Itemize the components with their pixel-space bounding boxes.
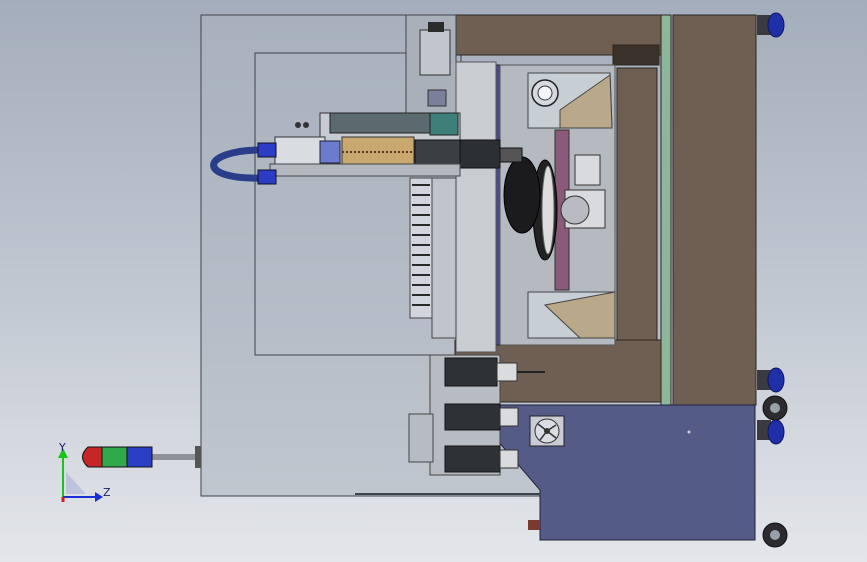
valve-right[interactable] bbox=[303, 122, 309, 128]
right-frame-column[interactable] bbox=[672, 14, 757, 406]
caster-wheel-top[interactable] bbox=[757, 12, 785, 38]
cable-carrier[interactable] bbox=[409, 177, 433, 319]
top-frame-slot bbox=[612, 44, 660, 66]
drive-disc bbox=[560, 195, 590, 225]
caster-wheel-lower[interactable] bbox=[757, 395, 788, 445]
signal-tower-light[interactable] bbox=[82, 446, 202, 468]
center-brown-column[interactable] bbox=[616, 67, 658, 344]
lower-motor-3[interactable] bbox=[444, 445, 519, 473]
spindle-tip bbox=[499, 147, 523, 163]
small-control-box[interactable] bbox=[408, 413, 434, 463]
signal-light-red bbox=[82, 446, 103, 468]
top-servo-cap bbox=[428, 22, 444, 32]
signal-light-blue bbox=[125, 446, 153, 468]
top-servo-coupling bbox=[427, 89, 447, 107]
hose-fitting-top bbox=[257, 142, 277, 158]
cooling-fan-icon[interactable] bbox=[529, 415, 565, 447]
top-servo-motor[interactable] bbox=[419, 29, 451, 76]
triad-arrow-z bbox=[95, 492, 103, 502]
motor-adapter bbox=[319, 140, 341, 164]
index-table-motor[interactable] bbox=[503, 156, 541, 234]
triad-label-y: Y bbox=[59, 441, 66, 454]
signal-light-green bbox=[101, 446, 128, 468]
valve-left[interactable] bbox=[295, 122, 301, 128]
signal-light-base bbox=[195, 446, 201, 468]
spindle-base-plate bbox=[269, 163, 461, 177]
housing-screw bbox=[687, 430, 691, 434]
caster-wheel-middle[interactable] bbox=[757, 367, 785, 393]
pulley-icon[interactable] bbox=[531, 79, 559, 107]
spindle-arm-top bbox=[329, 112, 431, 134]
hose-fitting-bottom bbox=[257, 169, 277, 185]
spindle-arm-teal bbox=[429, 112, 459, 136]
green-trim-bar bbox=[660, 14, 672, 406]
slot-plate bbox=[455, 61, 497, 353]
servo-motor-right[interactable] bbox=[574, 154, 601, 186]
spindle-nose[interactable] bbox=[459, 139, 501, 169]
signal-light-mount bbox=[150, 454, 198, 460]
caster-wheel-bottom[interactable] bbox=[762, 522, 788, 548]
bottom-stopper bbox=[528, 520, 540, 530]
tall-support-plate bbox=[431, 177, 457, 339]
cad-viewport[interactable]: Y Z bbox=[0, 0, 867, 562]
triad-plane bbox=[66, 472, 86, 494]
lower-motor-2[interactable] bbox=[444, 403, 519, 431]
machine-assembly-model[interactable] bbox=[0, 0, 867, 562]
triad-label-z: Z bbox=[103, 486, 111, 499]
spindle-motor-left[interactable] bbox=[274, 136, 326, 168]
